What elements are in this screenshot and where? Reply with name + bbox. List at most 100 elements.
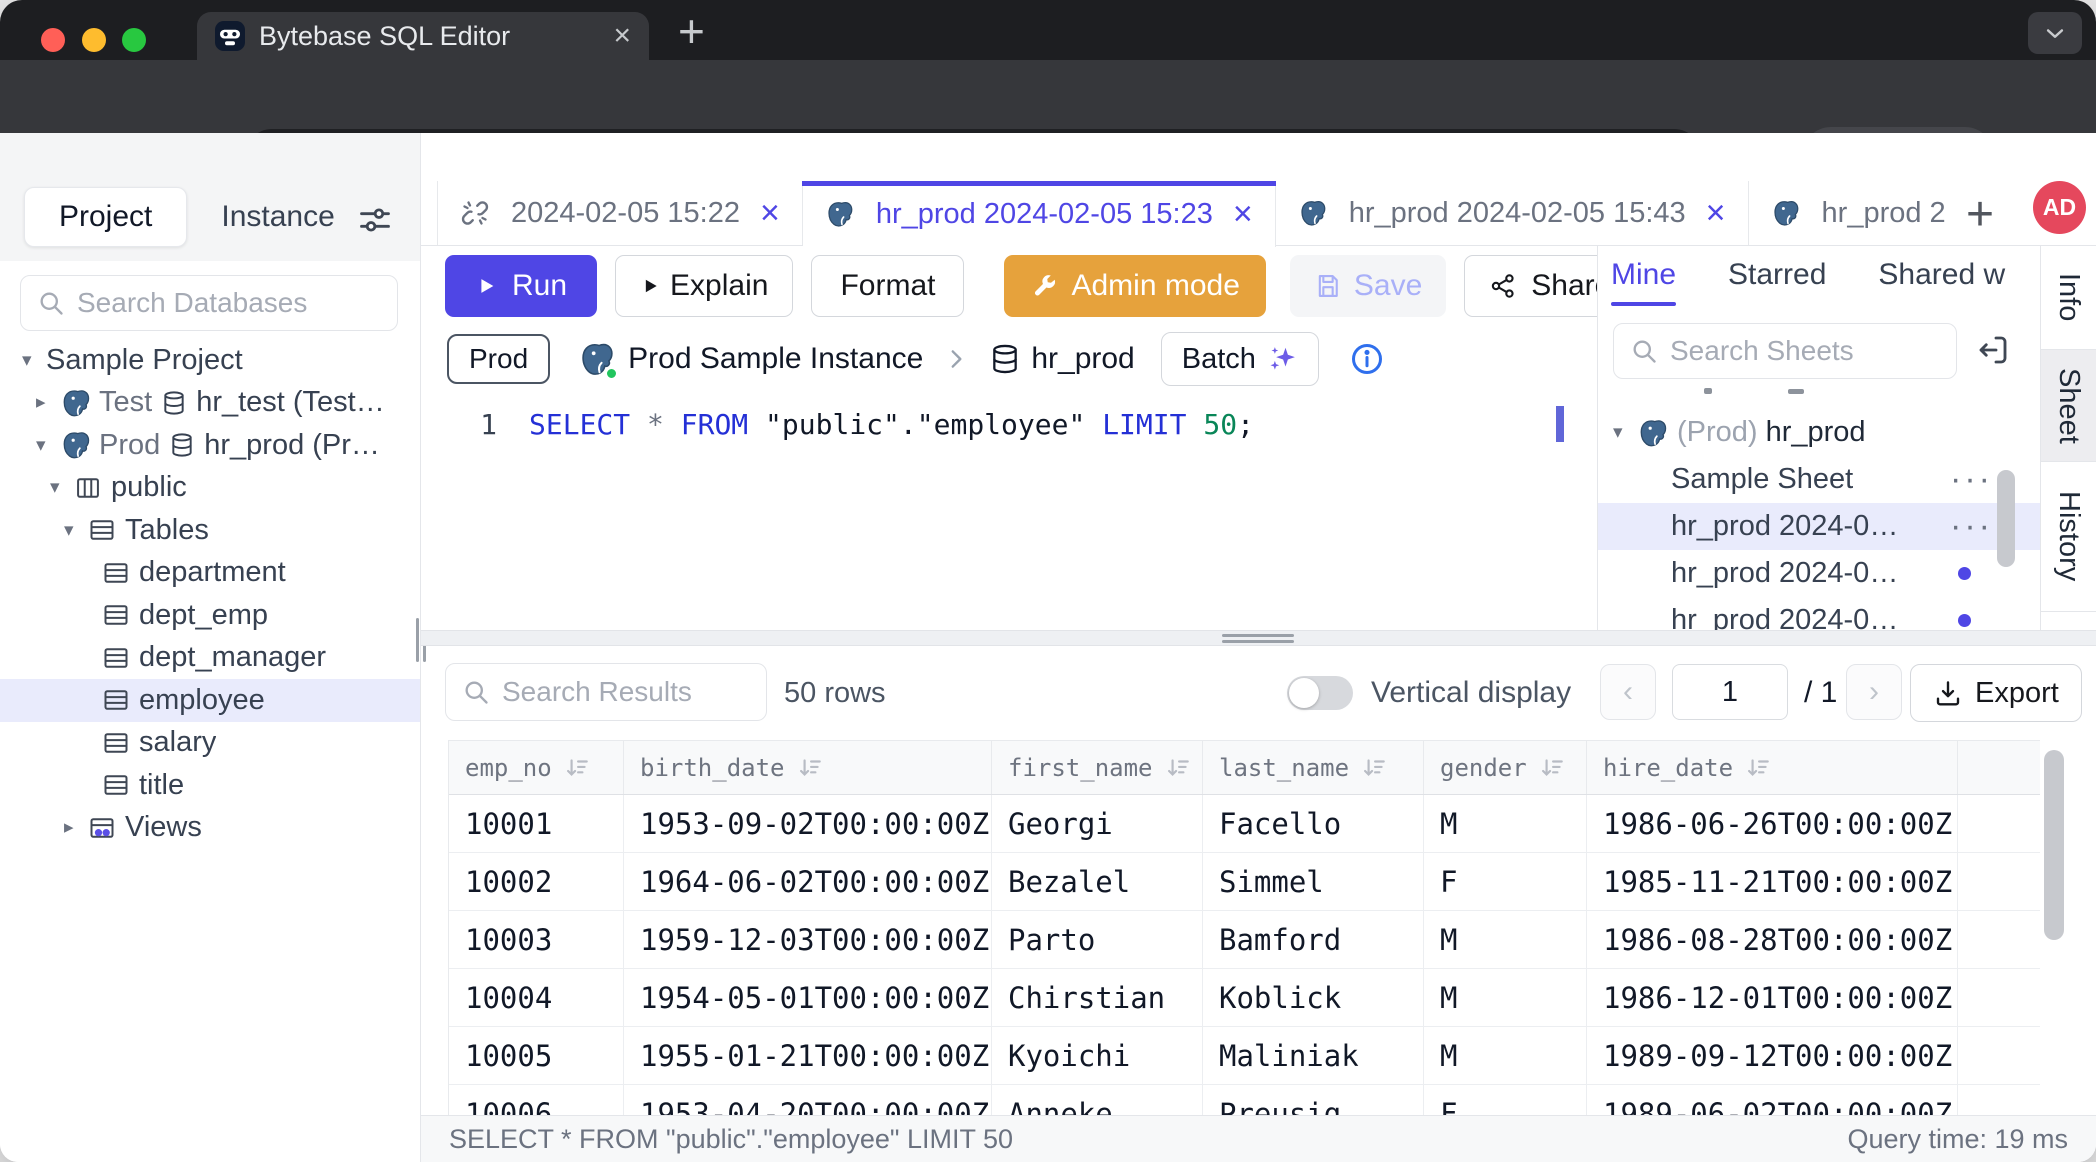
table-cell[interactable]: 1986-08-28T00:00:00Z (1587, 911, 1958, 968)
tree-item-hr_testtest[interactable]: ▸Testhr_test (Test… (0, 382, 420, 425)
new-tab-button[interactable]: + (678, 4, 705, 58)
sort-icon[interactable] (1539, 755, 1565, 781)
table-cell[interactable]: 10002 (449, 853, 624, 910)
table-row[interactable]: 100061953-04-20T00:00:00ZAnnekePreusigF1… (449, 1085, 2040, 1115)
chevron-down-icon[interactable]: ▾ (64, 519, 88, 542)
avatar[interactable]: AD (2033, 181, 2086, 234)
table-cell[interactable]: 1953-04-20T00:00:00Z (624, 1085, 992, 1115)
table-cell[interactable]: 1985-11-21T00:00:00Z (1587, 853, 1958, 910)
sql-editor[interactable]: 1 SELECT * FROM "public"."employee" LIMI… (421, 386, 1596, 630)
table-cell[interactable]: 1986-06-26T00:00:00Z (1587, 795, 1958, 852)
tree-item-dept_manager[interactable]: dept_manager (0, 637, 420, 680)
table-cell[interactable]: 10004 (449, 969, 624, 1026)
instance-name[interactable]: Prod Sample Instance (628, 342, 923, 376)
table-cell[interactable]: F (1424, 1085, 1587, 1115)
table-cell[interactable]: M (1424, 911, 1587, 968)
close-icon[interactable]: × (760, 196, 780, 230)
sidebar-tab-project[interactable]: Project (24, 187, 187, 247)
table-cell[interactable]: Parto (992, 911, 1203, 968)
sort-icon[interactable] (1745, 755, 1771, 781)
table-cell[interactable]: Koblick (1203, 969, 1424, 1026)
explain-button[interactable]: Explain (615, 255, 793, 317)
sheets-search-input[interactable] (1670, 335, 1956, 367)
minimize-window-button[interactable] (82, 28, 106, 52)
table-cell[interactable]: 10005 (449, 1027, 624, 1084)
collapse-panel-icon[interactable] (1975, 332, 2011, 368)
admin-mode-button[interactable]: Admin mode (1004, 255, 1265, 317)
sheet-item[interactable]: Sample Sheet··· (1598, 456, 2040, 503)
table-cell[interactable]: Chirstian (992, 969, 1203, 1026)
tree-item-views[interactable]: ▸Views (0, 807, 420, 850)
tree-item-hr_prodpr[interactable]: ▾Prodhr_prod (Pr… (0, 424, 420, 467)
tree-item-dept_emp[interactable]: dept_emp (0, 594, 420, 637)
results-search-input[interactable] (502, 676, 766, 708)
more-menu-icon[interactable]: ··· (1950, 460, 1993, 499)
prev-page-button[interactable]: ‹ (1600, 664, 1656, 720)
environment-chip[interactable]: Prod (447, 334, 550, 384)
table-cell[interactable]: F (1424, 853, 1587, 910)
sidebar-tab-instance[interactable]: Instance (187, 187, 368, 247)
database-search-input[interactable] (77, 287, 397, 319)
tree-item-employee[interactable]: employee (0, 679, 420, 722)
side-tab-info[interactable]: Info (2041, 246, 2096, 350)
close-window-button[interactable] (41, 28, 65, 52)
table-cell[interactable]: M (1424, 1027, 1587, 1084)
sheet-group-row[interactable]: ▾ (Prod) hr_prod (1598, 409, 2040, 456)
sheet-item[interactable]: hr_prod 2024-0…··· (1598, 503, 2040, 550)
results-scrollbar[interactable] (2044, 750, 2064, 940)
sheet-tab-3[interactable]: hr_prod 2024-02-05 15:43× (1276, 181, 1749, 245)
table-cell[interactable]: 1986-12-01T00:00:00Z (1587, 969, 1958, 1026)
table-cell[interactable]: 1953-09-02T00:00:00Z (624, 795, 992, 852)
column-header-last_name[interactable]: last_name (1203, 741, 1424, 794)
table-cell[interactable]: Preusig (1203, 1085, 1424, 1115)
maximize-window-button[interactable] (122, 28, 146, 52)
table-cell[interactable]: Maliniak (1203, 1027, 1424, 1084)
vertical-display-toggle[interactable] (1287, 676, 1353, 710)
sheet-tab-2[interactable]: hr_prod 2024-02-05 15:23× (803, 181, 1276, 247)
tree-item-tables[interactable]: ▾Tables (0, 509, 420, 552)
format-button[interactable]: Format (811, 255, 964, 317)
close-icon[interactable]: × (1233, 197, 1253, 231)
table-cell[interactable]: 1964-06-02T00:00:00Z (624, 853, 992, 910)
side-tab-sheet[interactable]: Sheet (2041, 350, 2096, 462)
tree-item-salary[interactable]: salary (0, 722, 420, 765)
table-cell[interactable]: Facello (1203, 795, 1424, 852)
tree-item-title[interactable]: title (0, 764, 420, 807)
database-name[interactable]: hr_prod (1031, 342, 1134, 376)
table-cell[interactable]: 10003 (449, 911, 624, 968)
table-cell[interactable]: 1959-12-03T00:00:00Z (624, 911, 992, 968)
more-menu-icon[interactable]: ··· (1950, 507, 1993, 546)
filter-settings-icon[interactable] (356, 201, 394, 239)
page-input[interactable] (1672, 664, 1788, 720)
table-cell[interactable]: 1955-01-21T00:00:00Z (624, 1027, 992, 1084)
table-cell[interactable]: Simmel (1203, 853, 1424, 910)
browser-tab-close-icon[interactable]: × (613, 21, 631, 51)
chevron-right-icon[interactable]: ▸ (64, 816, 88, 839)
sheets-tab-mine[interactable]: Mine (1611, 258, 1676, 306)
sheet-item[interactable]: hr_prod 2024-0… (1598, 597, 2040, 630)
chevron-down-icon[interactable]: ▾ (50, 476, 74, 499)
results-search[interactable] (445, 663, 767, 721)
table-row[interactable]: 100021964-06-02T00:00:00ZBezalelSimmelF1… (449, 853, 2040, 911)
table-cell[interactable]: Bamford (1203, 911, 1424, 968)
chevron-down-icon[interactable]: ▾ (22, 349, 46, 372)
browser-tab[interactable]: Bytebase SQL Editor × (197, 12, 649, 60)
info-icon[interactable] (1349, 341, 1385, 377)
table-cell[interactable]: 1954-05-01T00:00:00Z (624, 969, 992, 1026)
sort-icon[interactable] (1165, 755, 1191, 781)
chevron-down-icon[interactable]: ▾ (36, 434, 60, 457)
run-button[interactable]: Run (445, 255, 597, 317)
table-cell[interactable]: M (1424, 795, 1587, 852)
chevron-right-icon[interactable]: ▸ (36, 391, 60, 414)
tab-search-chevron-button[interactable] (2028, 12, 2082, 54)
table-cell[interactable]: M (1424, 969, 1587, 1026)
table-cell[interactable]: 1989-09-12T00:00:00Z (1587, 1027, 1958, 1084)
side-tab-history[interactable]: History (2041, 462, 2096, 612)
batch-button[interactable]: Batch (1161, 332, 1319, 386)
sheet-tab-1[interactable]: 2024-02-05 15:22× (437, 181, 803, 245)
table-row[interactable]: 100031959-12-03T00:00:00ZPartoBamfordM19… (449, 911, 2040, 969)
column-header-first_name[interactable]: first_name (992, 741, 1203, 794)
tree-item-public[interactable]: ▾public (0, 467, 420, 510)
sort-icon[interactable] (564, 755, 590, 781)
table-cell[interactable]: Georgi (992, 795, 1203, 852)
